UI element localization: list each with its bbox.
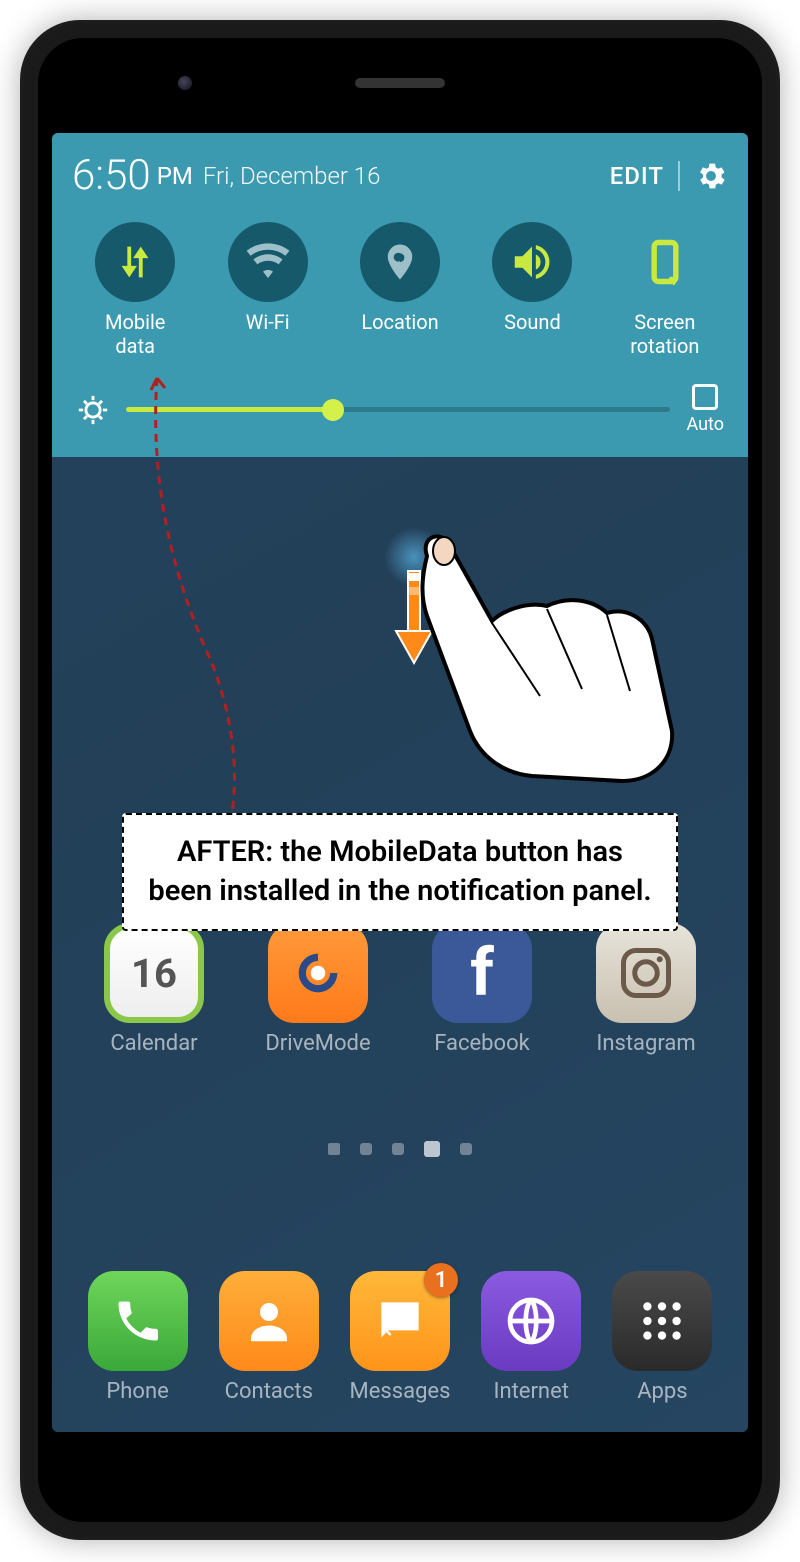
dock: Phone Contacts 1 Messages: [52, 1271, 748, 1404]
app-facebook[interactable]: f Facebook: [412, 923, 552, 1056]
badge: 1: [424, 1263, 458, 1297]
messages-icon: [372, 1293, 428, 1349]
app-messages[interactable]: 1 Messages: [334, 1271, 465, 1404]
app-internet[interactable]: Internet: [466, 1271, 597, 1404]
toggle-label: Sound: [504, 310, 561, 334]
brightness-row: Auto: [72, 380, 728, 443]
app-drivemode[interactable]: DriveMode: [248, 923, 388, 1056]
auto-brightness[interactable]: Auto: [686, 384, 724, 435]
instagram-icon: [616, 943, 676, 1003]
screen: 16 Calendar DriveMode f Facebook: [52, 133, 748, 1432]
toggle-mobile-data[interactable]: Mobile data: [72, 222, 198, 358]
app-label: Messages: [350, 1379, 451, 1404]
app-label: Instagram: [596, 1031, 695, 1056]
speaker-grille: [355, 78, 445, 88]
home-dot[interactable]: [328, 1143, 340, 1155]
quick-toggles: Mobile data Wi-Fi Location: [72, 222, 728, 358]
toggle-location[interactable]: Location: [337, 222, 463, 358]
app-label: Calendar: [110, 1031, 197, 1056]
app-apps[interactable]: Apps: [597, 1271, 728, 1404]
brightness-icon: [76, 393, 110, 427]
gear-icon[interactable]: [694, 159, 728, 193]
app-label: DriveMode: [265, 1031, 370, 1056]
panel-header: 6:50 PM Fri, December 16 EDIT: [72, 151, 728, 200]
page-dot[interactable]: [460, 1143, 472, 1155]
clock-ampm: PM: [157, 162, 193, 190]
checkbox[interactable]: [692, 384, 718, 410]
phone-frame: 16 Calendar DriveMode f Facebook: [20, 20, 780, 1540]
app-label: Internet: [493, 1379, 568, 1404]
page-dot[interactable]: [360, 1143, 372, 1155]
page-indicator: [52, 1143, 748, 1157]
app-label: Phone: [106, 1379, 168, 1404]
toggle-wifi[interactable]: Wi-Fi: [204, 222, 330, 358]
page-dot[interactable]: [392, 1143, 404, 1155]
toggle-rotation[interactable]: Screen rotation: [602, 222, 728, 358]
toggle-sound[interactable]: Sound: [469, 222, 595, 358]
apps-icon: [637, 1296, 687, 1346]
annotation-callout: AFTER: the MobileData button has been in…: [122, 813, 678, 931]
hand-icon: [372, 521, 692, 801]
sound-icon: [509, 239, 555, 285]
touch-glow: [384, 527, 444, 587]
phone-icon: [112, 1295, 164, 1347]
app-label: Apps: [637, 1379, 687, 1404]
mobile-data-icon: [112, 239, 158, 285]
phone-bezel: 16 Calendar DriveMode f Facebook: [38, 38, 762, 1522]
front-camera: [178, 76, 192, 90]
calendar-day: 16: [131, 950, 177, 997]
wifi-icon: [244, 238, 292, 286]
page-dot-active[interactable]: [424, 1141, 440, 1157]
app-label: Facebook: [434, 1031, 530, 1056]
auto-label: Auto: [686, 414, 724, 435]
divider: [678, 161, 680, 191]
swipe-down-arrow: [390, 563, 438, 673]
slider-fill: [126, 407, 333, 412]
internet-icon: [503, 1293, 559, 1349]
toggle-label: Mobile data: [105, 310, 165, 358]
edit-button[interactable]: EDIT: [610, 162, 664, 190]
toggle-label: Screen rotation: [630, 310, 699, 358]
clock-date: Fri, December 16: [203, 162, 381, 190]
app-phone[interactable]: Phone: [72, 1271, 203, 1404]
clock-time: 6:50: [72, 151, 151, 200]
drivemode-icon: [289, 944, 347, 1002]
toggle-label: Wi-Fi: [246, 310, 290, 334]
app-calendar[interactable]: 16 Calendar: [84, 923, 224, 1056]
home-row: 16 Calendar DriveMode f Facebook: [52, 923, 748, 1056]
app-label: Contacts: [225, 1379, 313, 1404]
rotation-icon: [639, 236, 691, 288]
brightness-slider[interactable]: [126, 407, 670, 412]
app-contacts[interactable]: Contacts: [203, 1271, 334, 1404]
location-icon: [379, 241, 421, 283]
app-instagram[interactable]: Instagram: [576, 923, 716, 1056]
slider-thumb[interactable]: [322, 399, 344, 421]
notification-panel[interactable]: 6:50 PM Fri, December 16 EDIT Mobile dat…: [52, 133, 748, 457]
contacts-icon: [242, 1294, 296, 1348]
toggle-label: Location: [361, 310, 438, 334]
